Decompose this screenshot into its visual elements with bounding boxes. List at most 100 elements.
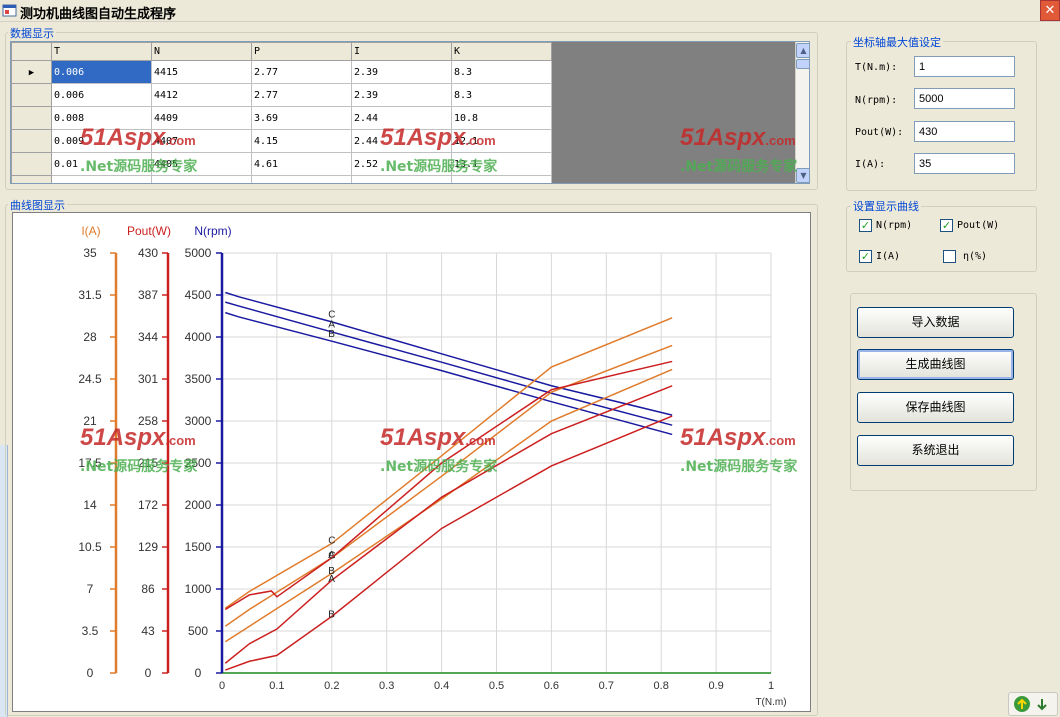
y-tick-label: 129 [138,540,158,554]
y-tick-label: 344 [138,330,158,344]
y-tick-label: 0 [195,666,202,680]
scroll-thumb[interactable] [796,59,809,69]
cell-t[interactable]: 0.006 [51,83,152,107]
generate-chart-button[interactable]: 生成曲线图 [857,349,1014,380]
cell-n[interactable]: 4409 [151,106,252,130]
row-header[interactable] [11,83,52,107]
y-tick-label: 35 [83,246,97,260]
n-rpm-checkbox-label[interactable]: N(rpm) [876,220,912,231]
cell-p[interactable]: 2.77 [251,60,352,84]
x-tick-label: 0.3 [379,680,394,692]
efficiency-checkbox[interactable] [943,250,956,263]
table-row[interactable]: 0.008 4409 3.69 2.44 10.8 [11,106,552,130]
performance-chart: 0 0.1 0.2 0.3 0.4 0.5 0.6 0.7 0.8 0.9 1 T(N.m) I(A) 3… [78,224,786,708]
cell-n[interactable]: 4402 [151,175,252,183]
tray-widget[interactable] [1008,692,1058,716]
table-row[interactable]: 0.01 4405 4.61 2.52 13.1 [11,152,552,176]
table-row[interactable]: 0.012440252.5414.9 [11,175,552,183]
scroll-down-icon[interactable]: ▼ [796,168,809,183]
column-header-p[interactable]: P [251,42,352,61]
row-header[interactable] [11,152,52,176]
cell-i[interactable]: 2.39 [351,83,452,107]
cell-k[interactable]: 8.3 [451,83,552,107]
y-tick-label: 0 [145,666,152,680]
cell-k[interactable]: 8.3 [451,60,552,84]
cell-k[interactable]: 12.1 [451,129,552,153]
exit-button[interactable]: 系统退出 [857,435,1014,466]
t-max-label: T(N.m): [855,62,898,73]
table-row[interactable]: 0.006 4412 2.77 2.39 8.3 [11,83,552,107]
y-tick-label: 86 [141,582,155,596]
i-checkbox[interactable]: ✓ [859,250,872,263]
scroll-up-icon[interactable]: ▲ [796,43,809,58]
cell-p[interactable]: 5 [251,175,352,183]
column-header-i[interactable]: I [351,42,452,61]
cell-n[interactable]: 4412 [151,83,252,107]
pout-max-label: Pout(W): [855,127,904,138]
cell-t[interactable]: 0.01 [51,152,152,176]
cell-p[interactable]: 4.15 [251,129,352,153]
close-button[interactable]: ✕ [1040,0,1060,21]
title-bar: 测功机曲线图自动生成程序 ✕ [0,0,1060,22]
cell-i[interactable]: 2.44 [351,106,452,130]
data-grid[interactable]: T N P I K ▶ 0.006 4415 2.77 2.39 8.3 0.006 4412… [10,41,810,184]
table-row[interactable]: 0.009 4407 4.15 2.44 12.1 [11,129,552,153]
cell-n[interactable]: 4407 [151,129,252,153]
cell-i[interactable]: 2.54 [351,175,452,183]
data-display-title: 数据显示 [8,25,56,41]
table-row[interactable]: ▶ 0.006 4415 2.77 2.39 8.3 [11,60,552,84]
cell-p[interactable]: 3.69 [251,106,352,130]
import-data-button[interactable]: 导入数据 [857,307,1014,338]
x-tick-label: 0.2 [324,680,339,692]
curves-title: 设置显示曲线 [851,198,921,214]
y-tick-label: 2000 [185,498,212,512]
cell-i[interactable]: 2.52 [351,152,452,176]
cell-k[interactable]: 13.1 [451,152,552,176]
column-header-t[interactable]: T [51,42,152,61]
efficiency-checkbox-label[interactable]: η(%) [963,251,987,262]
y-tick-label: 172 [138,498,158,512]
y-tick-label: 215 [138,456,158,470]
chart-display-title: 曲线图显示 [8,197,67,213]
t-max-input[interactable] [914,56,1015,77]
refresh-icon [1014,696,1047,712]
n-max-input[interactable] [914,88,1015,109]
cell-k[interactable]: 14.9 [451,175,552,183]
i-checkbox-label[interactable]: I(A) [876,251,900,262]
pout-max-input[interactable] [914,121,1015,142]
x-tick-label: 0 [219,680,225,692]
y-tick-label: 43 [141,624,155,638]
pout-checkbox-label[interactable]: Pout(W) [957,220,999,231]
cell-p[interactable]: 2.77 [251,83,352,107]
cell-t[interactable]: 0.008 [51,106,152,130]
cell-t[interactable]: 0.009 [51,129,152,153]
y-tick-label: 1000 [185,582,212,596]
current-row-icon: ▶ [28,67,35,78]
cell-p[interactable]: 4.61 [251,152,352,176]
row-header[interactable] [11,175,52,183]
cell-i[interactable]: 2.39 [351,60,452,84]
cell-k[interactable]: 10.8 [451,106,552,130]
row-header[interactable]: ▶ [11,60,52,84]
y-tick-label: 387 [138,288,158,302]
series-line [225,311,673,436]
pout-checkbox[interactable]: ✓ [940,219,953,232]
series-line [225,301,673,426]
cell-t[interactable]: 0.006 [51,60,152,84]
cell-i[interactable]: 2.44 [351,129,452,153]
i-max-input[interactable] [914,153,1015,174]
n-rpm-checkbox[interactable]: ✓ [859,219,872,232]
window-title: 测功机曲线图自动生成程序 [20,7,177,22]
column-header-n[interactable]: N [151,42,252,61]
cell-n[interactable]: 4405 [151,152,252,176]
cell-n[interactable]: 4415 [151,60,252,84]
cell-t[interactable]: 0.012 [51,175,152,183]
save-chart-button[interactable]: 保存曲线图 [857,392,1014,423]
series-label: B [328,609,335,620]
grid-vertical-scrollbar[interactable]: ▲ ▼ [795,42,809,183]
y-tick-label: 10.5 [78,540,102,554]
row-header[interactable] [11,106,52,130]
column-header-k[interactable]: K [451,42,552,61]
y-tick-label: 3000 [185,414,212,428]
row-header[interactable] [11,129,52,153]
